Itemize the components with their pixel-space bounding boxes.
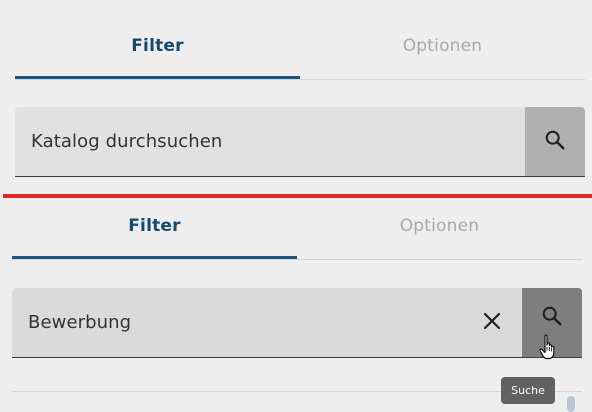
close-icon — [482, 311, 502, 335]
tab-optionen[interactable]: Optionen — [297, 196, 582, 256]
active-tab-indicator — [12, 256, 297, 259]
tab-filter[interactable]: Filter — [12, 196, 297, 256]
tooltip-label: Suche — [511, 384, 545, 397]
section-rule — [12, 391, 582, 392]
clear-button[interactable] — [470, 288, 514, 357]
tab-bar: Filter Optionen — [12, 196, 582, 256]
search-value: Bewerbung — [28, 312, 132, 333]
bottom-panel: Filter Optionen Bewerbung Suche — [0, 0, 592, 412]
search-input[interactable]: Bewerbung — [28, 288, 472, 357]
search-tooltip: Suche — [501, 377, 555, 404]
tab-filter-label: Filter — [128, 216, 181, 236]
tab-optionen-label: Optionen — [399, 216, 480, 236]
hand-pointer-cursor — [539, 334, 559, 360]
search-field[interactable]: Bewerbung — [12, 288, 582, 358]
magnifier-icon — [541, 305, 563, 331]
tab-bar-rule — [12, 259, 582, 260]
scrollbar-thumb[interactable] — [567, 396, 575, 412]
